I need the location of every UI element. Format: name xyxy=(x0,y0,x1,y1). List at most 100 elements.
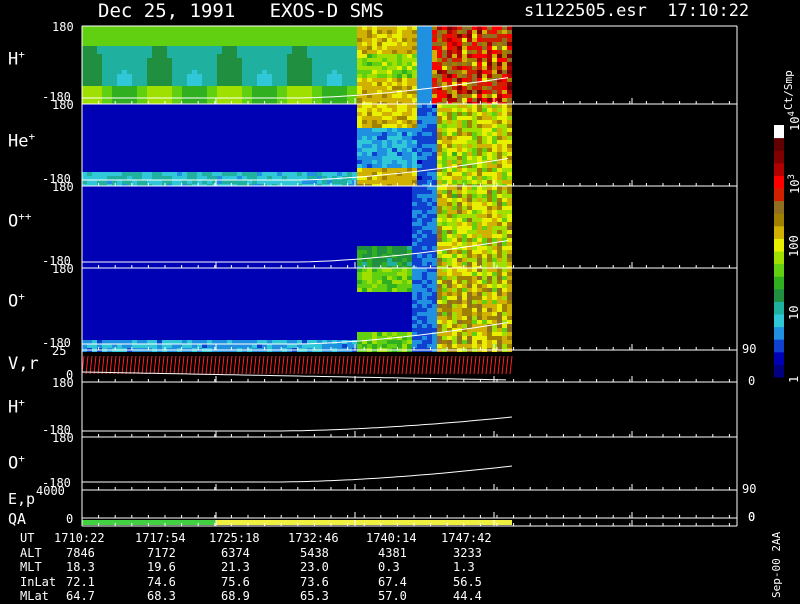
panel-label-main: He xyxy=(8,132,28,152)
panel-label-sup: + xyxy=(18,452,25,465)
axis-top-tick-5: 180 xyxy=(52,376,74,390)
colorbar-label-sup: 3 xyxy=(787,174,797,179)
ephemeris-value: 65.3 xyxy=(300,589,329,603)
ephemeris-row-label: ALT xyxy=(20,546,42,560)
ephemeris-value: 7846 xyxy=(66,546,95,560)
ephemeris-row-label: UT xyxy=(20,531,34,545)
qa-segment-0 xyxy=(82,520,216,525)
ephemeris-row-label: MLat xyxy=(20,589,49,603)
ephemeris-value: 3233 xyxy=(453,546,482,560)
panel-label-4: V,r xyxy=(8,354,39,374)
panel-label-main: H xyxy=(8,50,18,70)
panel-label-1: He+ xyxy=(8,130,35,152)
ephemeris-value: 1717:54 xyxy=(135,531,186,545)
ephemeris-value: 1732:46 xyxy=(288,531,339,545)
ephemeris-value: 44.4 xyxy=(453,589,482,603)
ephemeris-value: 5438 xyxy=(300,546,329,560)
ephemeris-row-mlt: MLT 18.3 19.6 21.3 23.0 0.3 1.3 xyxy=(0,560,560,575)
chart-canvas xyxy=(0,0,800,600)
ephemeris-value: 0.3 xyxy=(378,560,400,574)
ephemeris-value: 67.4 xyxy=(378,575,407,589)
panel-label-main: O xyxy=(8,292,18,312)
right-bottom-tick-4: 0 xyxy=(748,374,755,388)
ephemeris-row-ut: UT1710:221717:541725:181732:461740:14174… xyxy=(0,531,560,546)
spectrogram-1 xyxy=(82,104,512,188)
spectrogram-0 xyxy=(82,26,512,106)
axis-top-tick-4: 25 xyxy=(52,344,66,358)
line-panel-6 xyxy=(82,466,512,482)
ephemeris-value: 73.6 xyxy=(300,575,329,589)
panel-label-sup: + xyxy=(18,396,25,409)
ephemeris-row-alt: ALT 7846 7172 6374 5438 4381 3233 xyxy=(0,546,560,561)
panel-label-main: O xyxy=(8,212,18,232)
ephemeris-value: 6374 xyxy=(221,546,250,560)
colorbar-label-text: 100 xyxy=(787,235,800,257)
right-top-tick-4: 90 xyxy=(742,342,756,356)
panel-label-8: QA xyxy=(8,510,26,528)
ephemeris-row-label: MLT xyxy=(20,560,42,574)
ephemeris-value: 57.0 xyxy=(378,589,407,603)
panel-label-3: O+ xyxy=(8,290,25,312)
spectrogram-2 xyxy=(82,186,512,270)
colorbar-label-4: 104 xyxy=(787,111,800,131)
ephemeris-value: 1747:42 xyxy=(441,531,492,545)
axis-top-tick-3: 180 xyxy=(52,262,74,276)
axis-bottom-tick-8: 0 xyxy=(66,512,73,526)
ephemeris-value: 56.5 xyxy=(453,575,482,589)
panel-label-sup: + xyxy=(28,130,35,143)
qa-right-tick: 0 xyxy=(748,510,755,524)
right-top-tick-7: 90 xyxy=(742,482,756,496)
ephemeris-value: 72.1 xyxy=(66,575,95,589)
ephemeris-value: 68.3 xyxy=(147,589,176,603)
colorbar xyxy=(774,125,784,378)
panel-label-main: E,p xyxy=(8,490,35,508)
colorbar-label-3: 103 xyxy=(787,174,800,194)
axis-top-tick-1: 180 xyxy=(52,98,74,112)
ephemeris-value: 68.9 xyxy=(221,589,250,603)
line-panel-5 xyxy=(82,417,512,431)
panel-label-0: H+ xyxy=(8,48,25,70)
axis-top-tick-0: 180 xyxy=(52,20,74,34)
panel-label-7: E,p xyxy=(8,490,35,508)
colorbar-label-2: 100 xyxy=(787,235,800,257)
exos-d-sms-summary-plot: Dec 25, 1991 EXOS-D SMS s1122505.esr 17:… xyxy=(0,0,800,600)
ephemeris-value: 1.3 xyxy=(453,560,475,574)
panel-label-sup: ++ xyxy=(18,210,31,223)
colorbar-label-text: 10 xyxy=(787,306,800,320)
panel-label-6: O+ xyxy=(8,452,25,474)
ephemeris-value: 21.3 xyxy=(221,560,250,574)
panel-label-sup: + xyxy=(18,290,25,303)
ephemeris-row-label: InLat xyxy=(20,575,56,589)
colorbar-label-text: 10 xyxy=(788,180,800,194)
ephemeris-value: 23.0 xyxy=(300,560,329,574)
colorbar-unit: Ct/Smp xyxy=(782,70,795,110)
colorbar-label-0: 1 xyxy=(787,376,800,383)
colorbar-label-1: 10 xyxy=(787,306,800,320)
axis-top-tick-7: 4000 xyxy=(36,484,65,498)
date-stamp: Sep-00 2AA xyxy=(770,532,783,598)
panel-label-main: QA xyxy=(8,510,26,528)
ephemeris-value: 19.6 xyxy=(147,560,176,574)
ephemeris-value: 64.7 xyxy=(66,589,95,603)
panel-label-main: O xyxy=(8,454,18,474)
ephemeris-row-mlat: MLat 64.7 68.3 68.9 65.3 57.0 44.4 xyxy=(0,589,560,604)
ephemeris-value: 4381 xyxy=(378,546,407,560)
colorbar-label-text: 1 xyxy=(787,376,800,383)
axis-top-tick-2: 180 xyxy=(52,180,74,194)
axis-top-tick-6: 180 xyxy=(52,431,74,445)
ephemeris-value: 1725:18 xyxy=(209,531,260,545)
ephemeris-value: 75.6 xyxy=(221,575,250,589)
panel-label-main: H xyxy=(8,398,18,418)
panel-label-2: O++ xyxy=(8,210,32,232)
panel-label-main: V,r xyxy=(8,354,39,374)
ephemeris-row-inlat: InLat72.174.675.673.667.456.5 xyxy=(0,575,560,590)
ephemeris-value: 1710:22 xyxy=(54,531,105,545)
panel-label-5: H+ xyxy=(8,396,25,418)
colorbar-label-text: 10 xyxy=(788,117,800,131)
ephemeris-value: 7172 xyxy=(147,546,176,560)
spectrogram-3 xyxy=(82,268,512,352)
colorbar-label-sup: 4 xyxy=(787,111,797,116)
vr-trace xyxy=(82,356,512,380)
panel-label-sup: + xyxy=(18,48,25,61)
ephemeris-value: 18.3 xyxy=(66,560,95,574)
